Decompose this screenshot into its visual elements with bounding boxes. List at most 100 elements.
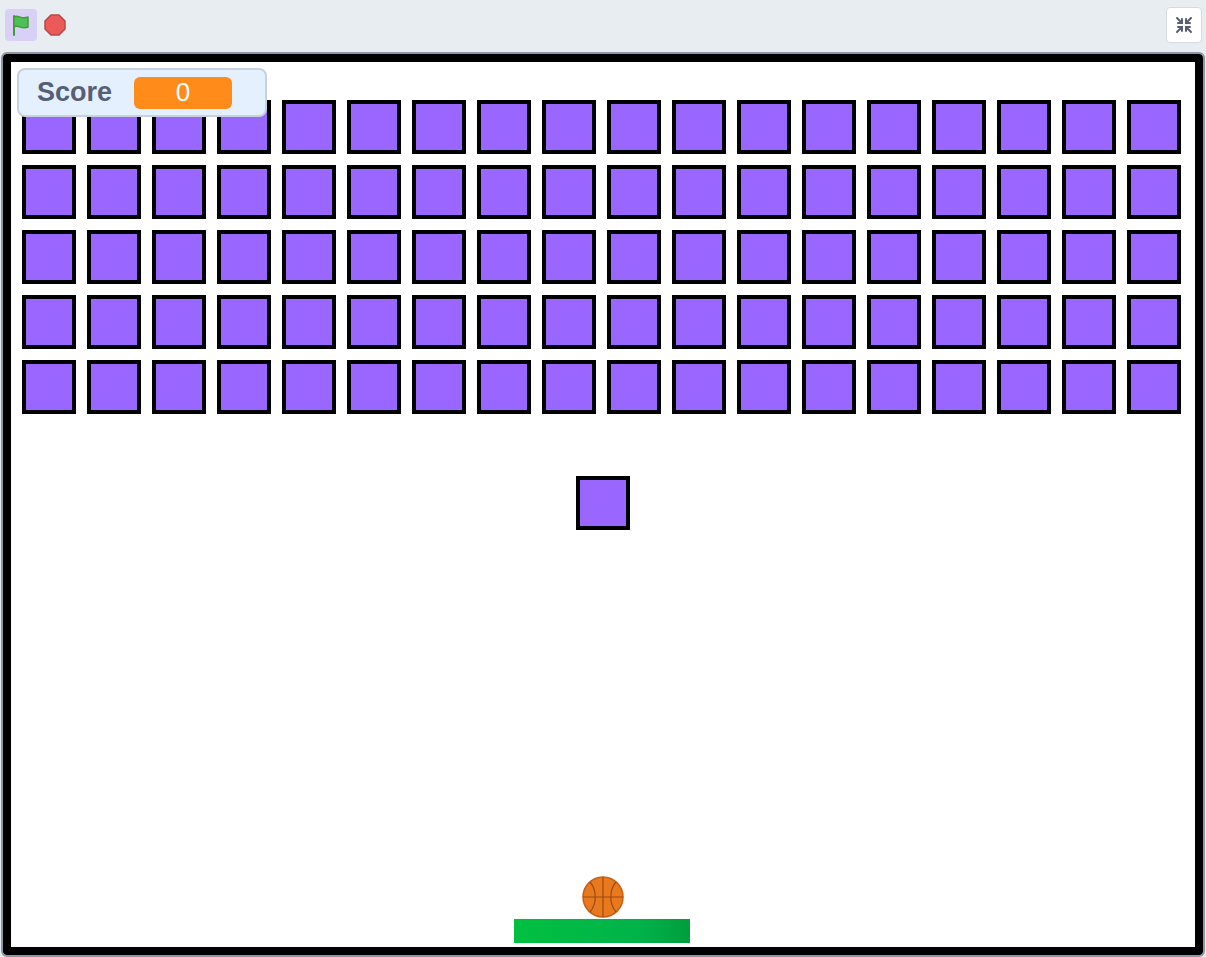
brick [1062,360,1116,414]
brick [22,295,76,349]
brick [672,100,726,154]
brick [412,100,466,154]
brick [867,295,921,349]
stop-sign-icon [43,13,67,37]
brick [217,295,271,349]
brick [542,230,596,284]
brick [997,165,1051,219]
brick [152,360,206,414]
brick [22,165,76,219]
green-flag-button[interactable] [5,9,37,41]
brick [737,360,791,414]
brick [412,360,466,414]
brick [932,295,986,349]
brick [477,100,531,154]
brick [282,360,336,414]
brick [1127,360,1181,414]
brick [932,165,986,219]
brick [347,360,401,414]
brick [1062,100,1116,154]
brick [867,360,921,414]
brick [347,230,401,284]
brick [152,165,206,219]
brick [802,360,856,414]
brick [737,295,791,349]
fullscreen-toggle-button[interactable] [1166,7,1202,43]
brick [607,100,661,154]
brick [477,360,531,414]
brick [347,165,401,219]
brick [152,295,206,349]
stage: Score 0 [3,54,1203,955]
brick [412,230,466,284]
score-label: Score [37,77,112,108]
brick [1062,295,1116,349]
exit-fullscreen-icon [1175,16,1193,34]
brick [542,165,596,219]
brick [867,100,921,154]
brick [87,295,141,349]
stage-frame: Score 0 [0,50,1206,957]
brick-wall [22,100,1181,414]
brick [737,100,791,154]
brick [87,360,141,414]
brick [412,295,466,349]
brick [477,230,531,284]
brick [152,230,206,284]
brick [672,360,726,414]
stop-button[interactable] [39,9,71,41]
scratch-player: Score 0 [0,0,1206,957]
brick [607,360,661,414]
brick [87,230,141,284]
brick [1062,165,1116,219]
brick [802,295,856,349]
brick [607,165,661,219]
brick [412,165,466,219]
brick [932,360,986,414]
brick [282,295,336,349]
brick [607,230,661,284]
brick [477,295,531,349]
brick [672,165,726,219]
brick [347,295,401,349]
brick [542,295,596,349]
brick [347,100,401,154]
brick [477,165,531,219]
brick [997,295,1051,349]
brick [1127,165,1181,219]
brick [802,165,856,219]
toolbar [0,0,1206,50]
paddle[interactable] [514,919,690,943]
brick [607,295,661,349]
brick [22,230,76,284]
brick [802,230,856,284]
brick [282,230,336,284]
loose-brick [576,476,630,530]
brick [1127,100,1181,154]
brick [87,165,141,219]
brick [867,230,921,284]
brick [282,100,336,154]
basketball-icon[interactable] [581,875,625,919]
brick [22,360,76,414]
brick [1062,230,1116,284]
brick [217,360,271,414]
brick [997,100,1051,154]
green-flag-icon [10,14,32,36]
brick [672,230,726,284]
brick [737,165,791,219]
brick [932,100,986,154]
brick [1127,295,1181,349]
score-value: 0 [134,77,232,109]
brick [672,295,726,349]
brick [282,165,336,219]
brick [932,230,986,284]
brick [867,165,921,219]
brick [737,230,791,284]
brick [542,360,596,414]
brick [542,100,596,154]
brick [997,360,1051,414]
brick [217,165,271,219]
score-monitor: Score 0 [17,68,267,117]
brick [217,230,271,284]
